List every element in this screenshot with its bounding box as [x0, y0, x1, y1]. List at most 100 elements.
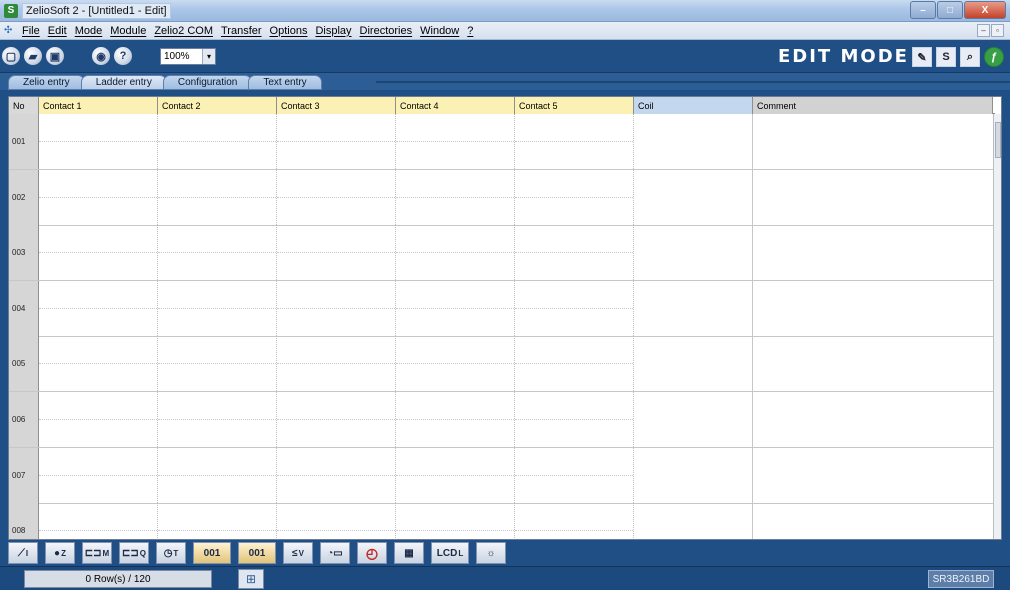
contact-cell[interactable] [158, 336, 277, 392]
comment-cell[interactable] [753, 448, 993, 503]
output-coil-icon[interactable]: ⊏⊐ Q [119, 542, 149, 564]
new-document-icon[interactable]: ▢ [2, 47, 20, 65]
document-menu-icon[interactable]: ✣ [4, 25, 18, 36]
close-button[interactable]: X [964, 1, 1006, 19]
tab-ladder-entry[interactable]: Ladder entry [80, 75, 167, 90]
contact-cell[interactable] [158, 392, 277, 447]
module-icon[interactable]: ⊞ [238, 569, 264, 589]
fast-counter-icon[interactable]: 001 [238, 542, 276, 564]
contact-cell[interactable] [39, 169, 158, 225]
comment-cell[interactable] [753, 225, 993, 280]
tab-text-entry[interactable]: Text entry [248, 75, 322, 90]
coil-cell[interactable] [634, 169, 753, 225]
ladder-row[interactable]: 002 [9, 169, 995, 226]
zx-key-icon[interactable]: ● Z [45, 542, 75, 564]
contact-cell[interactable] [515, 503, 634, 539]
contact-cell[interactable] [158, 280, 277, 336]
ladder-row[interactable]: 003 [9, 225, 995, 282]
coil-cell[interactable] [634, 392, 753, 447]
contact-cell[interactable] [396, 503, 515, 539]
contact-cell[interactable] [277, 114, 396, 169]
coil-cell[interactable] [634, 225, 753, 281]
zoom-select[interactable]: 100% ▾ [160, 47, 216, 65]
contact-cell[interactable] [277, 280, 396, 336]
contact-cell[interactable] [396, 447, 515, 503]
menu-display[interactable]: Display [311, 25, 355, 37]
menu-mode[interactable]: Mode [71, 25, 107, 37]
comment-cell[interactable] [753, 503, 993, 539]
comment-cell[interactable] [753, 170, 993, 225]
comment-cell[interactable] [753, 281, 993, 336]
coil-cell[interactable] [634, 336, 753, 392]
analog-comparator-icon[interactable]: ≤ V [283, 542, 313, 564]
scrollbar-thumb[interactable] [995, 122, 1001, 158]
comment-cell[interactable] [753, 392, 993, 447]
contact-cell[interactable] [515, 280, 634, 336]
contact-cell[interactable] [515, 447, 634, 503]
contact-cell[interactable] [277, 392, 396, 447]
coil-cell[interactable] [634, 114, 753, 169]
contact-cell[interactable] [396, 392, 515, 447]
contact-cell[interactable] [158, 503, 277, 539]
menu-edit[interactable]: Edit [44, 25, 71, 37]
contact-cell[interactable] [39, 503, 158, 539]
contact-cell[interactable] [158, 225, 277, 281]
menu-help[interactable]: ? [463, 25, 477, 37]
ladder-row[interactable]: 001 [9, 114, 995, 170]
contact-cell[interactable] [277, 225, 396, 281]
contact-cell[interactable] [158, 114, 277, 169]
open-folder-icon[interactable]: ▰ [24, 47, 42, 65]
analog-counter-comparator-icon[interactable]: ◔▭ [320, 542, 350, 564]
menu-transfer[interactable]: Transfer [217, 25, 266, 37]
comment-cell[interactable] [753, 114, 993, 169]
coil-cell[interactable] [634, 280, 753, 336]
summer-winter-icon[interactable]: ☼ [476, 542, 506, 564]
tab-zelio-entry[interactable]: Zelio entry [8, 75, 85, 90]
contact-cell[interactable] [515, 336, 634, 392]
simulation-mode-icon[interactable]: S [936, 47, 956, 67]
tab-configuration[interactable]: Configuration [162, 75, 253, 90]
contact-cell[interactable] [515, 392, 634, 447]
ladder-grid[interactable]: No Contact 1 Contact 2 Contact 3 Contact… [8, 96, 1002, 540]
contact-cell[interactable] [39, 114, 158, 169]
eye-icon[interactable]: ◉ [92, 47, 110, 65]
contact-cell[interactable] [277, 503, 396, 539]
menu-zelio2-com[interactable]: Zelio2 COM [150, 25, 217, 37]
contact-cell[interactable] [396, 336, 515, 392]
ladder-row[interactable]: 005 [9, 336, 995, 393]
chevron-down-icon[interactable]: ▾ [202, 48, 215, 64]
contact-cell[interactable] [515, 169, 634, 225]
document-restore-button[interactable]: ▫ [991, 24, 1004, 37]
text-block-icon[interactable]: ▦ [394, 542, 424, 564]
contact-cell[interactable] [39, 280, 158, 336]
document-minimize-button[interactable]: – [977, 24, 990, 37]
ladder-row[interactable]: 007 [9, 447, 995, 504]
contact-cell[interactable] [39, 225, 158, 281]
ladder-row[interactable]: 006 [9, 392, 995, 448]
contact-cell[interactable] [396, 169, 515, 225]
contact-cell[interactable] [515, 114, 634, 169]
contact-cell[interactable] [396, 114, 515, 169]
contact-cell[interactable] [277, 169, 396, 225]
timer-icon[interactable]: ◷ T [156, 542, 186, 564]
help-button[interactable]: ? [114, 47, 132, 65]
contact-cell[interactable] [39, 336, 158, 392]
input-contact-icon[interactable]: ⟋ I [8, 542, 38, 564]
menu-window[interactable]: Window [416, 25, 463, 37]
contact-cell[interactable] [158, 447, 277, 503]
contact-cell[interactable] [158, 169, 277, 225]
coil-cell[interactable] [634, 503, 753, 539]
contact-cell[interactable] [39, 392, 158, 447]
lcd-backlight-icon[interactable]: LCD L [431, 542, 469, 564]
ladder-row[interactable]: 008 [9, 503, 995, 539]
edit-mode-icon[interactable]: ✎ [912, 47, 932, 67]
clock-icon[interactable]: ◴ [357, 542, 387, 564]
counter-icon[interactable]: 001 [193, 542, 231, 564]
save-disk-icon[interactable]: ▣ [46, 47, 64, 65]
ladder-row[interactable]: 004 [9, 280, 995, 337]
contact-cell[interactable] [396, 225, 515, 281]
menu-options[interactable]: Options [266, 25, 312, 37]
monitoring-mode-icon[interactable]: ⌕ [960, 47, 980, 67]
menu-file[interactable]: File [18, 25, 44, 37]
coil-cell[interactable] [634, 447, 753, 503]
